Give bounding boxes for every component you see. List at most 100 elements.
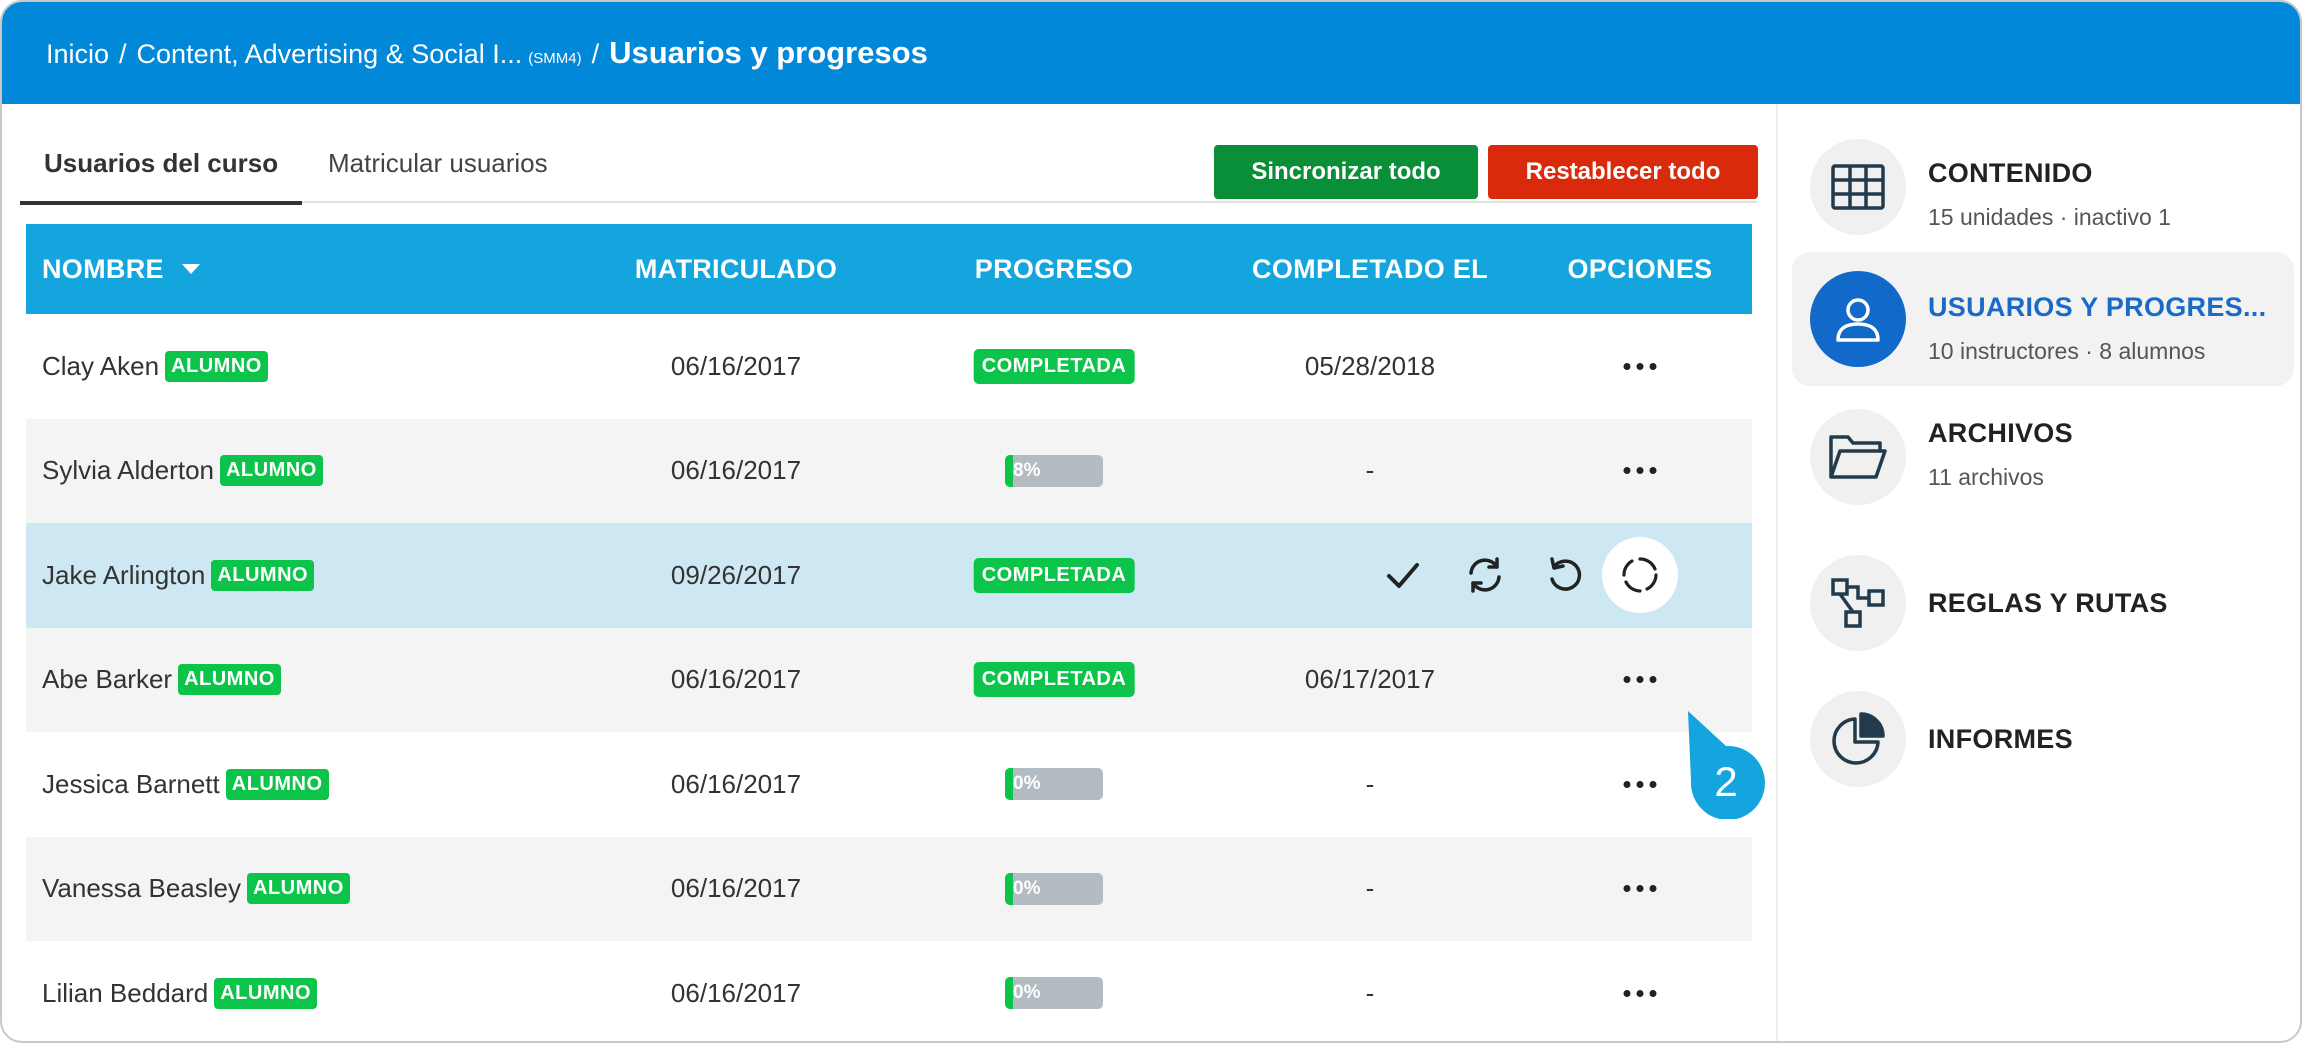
tab-bar: Usuarios del curso Matricular usuarios S… <box>20 124 1758 205</box>
enrolled-date: 06/16/2017 <box>670 768 802 799</box>
sidebar-item-title: CONTENIDO <box>1928 158 2093 188</box>
tab-label: Matricular usuarios <box>328 148 548 178</box>
table-body: Clay Aken ALUMNO 06/16/2017 COMPLETADA 0… <box>26 314 1752 1041</box>
enrolled-date: 06/16/2017 <box>670 664 802 695</box>
user-name-cell: Abe Barker ALUMNO <box>42 628 281 733</box>
column-enrolled-header: MATRICULADO <box>634 253 838 284</box>
tab-label: Usuarios del curso <box>44 148 279 178</box>
top-bar: Inicio / Content, Advertising & Social I… <box>2 2 2300 104</box>
table-row: Clay Aken ALUMNO 06/16/2017 COMPLETADA 0… <box>26 314 1752 419</box>
role-badge: ALUMNO <box>165 350 268 382</box>
progress-percent: 0% <box>1013 773 1041 795</box>
progress-bar: 0% <box>1005 768 1103 801</box>
user-name[interactable]: Lilian Beddard <box>42 978 208 1009</box>
role-badge: ALUMNO <box>178 664 281 696</box>
enrolled-date: 06/16/2017 <box>670 455 802 486</box>
more-options-icon[interactable] <box>1623 989 1657 997</box>
table-row: Vanessa Beasley ALUMNO 06/16/2017 0% - <box>26 836 1752 942</box>
sidebar-item-subtitle: 10 instructores · 8 alumnos <box>1928 338 2206 364</box>
table-row: Lilian Beddard ALUMNO 06/16/2017 0% - <box>26 941 1752 1041</box>
role-badge: ALUMNO <box>211 559 315 591</box>
undo-icon[interactable] <box>1538 547 1594 603</box>
breadcrumb: Inicio / Content, Advertising & Social I… <box>46 35 928 71</box>
sync-all-button[interactable]: Sincronizar todo <box>1214 145 1478 199</box>
completed-date: 06/17/2017 <box>1304 664 1436 695</box>
breadcrumb-course-code: (SMM4) <box>528 50 582 67</box>
more-options-icon[interactable] <box>1623 885 1657 893</box>
sidebar-item-title: ARCHIVOS <box>1928 418 2073 448</box>
options-cell <box>1623 314 1657 419</box>
pie-chart-icon <box>1810 691 1906 787</box>
more-options-icon[interactable] <box>1623 362 1657 370</box>
rules-icon <box>1810 555 1906 651</box>
user-name[interactable]: Abe Barker <box>42 664 172 695</box>
sidebar-item-users-progress[interactable]: USUARIOS Y PROGRES... 10 instructores · … <box>1792 252 2294 386</box>
more-options-icon[interactable] <box>1623 676 1657 684</box>
user-name[interactable]: Jake Arlington <box>42 560 205 591</box>
user-name[interactable]: Clay Aken <box>42 351 159 382</box>
sidebar-item-content[interactable]: CONTENIDO 15 unidades · inactivo 1 <box>1792 120 2294 254</box>
tab-course-users[interactable]: Usuarios del curso <box>20 124 303 205</box>
page-title: Usuarios y progresos <box>609 35 928 70</box>
sidebar-item-reports[interactable]: INFORMES <box>1792 672 2294 806</box>
completed-date: 05/28/2018 <box>1304 350 1436 381</box>
completed-date: - <box>1365 455 1375 486</box>
user-icon <box>1810 271 1906 367</box>
completed-badge: COMPLETADA <box>973 557 1135 593</box>
progress-cell: COMPLETADA <box>973 523 1135 628</box>
column-options-header: OPCIONES <box>1567 253 1713 284</box>
progress-bar-fill <box>1005 977 1013 1010</box>
sidebar-item-title: USUARIOS Y PROGRES... <box>1928 292 2267 322</box>
table-row: Jessica Barnett ALUMNO 06/16/2017 0% - <box>26 732 1752 837</box>
progress-bar-fill <box>1005 768 1013 801</box>
sidebar-item-files[interactable]: ARCHIVOS 11 archivos <box>1792 390 2294 524</box>
grid-icon <box>1810 139 1906 235</box>
sidebar-item-subtitle: 11 archivos <box>1928 464 2044 490</box>
options-cell <box>1623 628 1657 733</box>
progress-cell: 0% <box>1005 732 1103 837</box>
user-name-cell: Clay Aken ALUMNO <box>42 314 268 419</box>
sidebar-item-subtitle: 15 unidades · inactivo 1 <box>1928 204 2171 230</box>
breadcrumb-separator: / <box>119 39 127 69</box>
options-cell <box>1623 941 1657 1041</box>
folder-icon <box>1810 409 1906 505</box>
sidebar-item-title: INFORMES <box>1928 724 2073 754</box>
progress-cell: 8% <box>1005 419 1103 524</box>
completed-badge: COMPLETADA <box>973 348 1135 384</box>
user-name[interactable]: Vanessa Beasley <box>42 873 241 904</box>
progress-bar: 8% <box>1005 454 1103 487</box>
user-name-cell: Jake Arlington ALUMNO <box>42 523 315 628</box>
breadcrumb-home[interactable]: Inicio <box>46 39 109 70</box>
more-options-icon[interactable] <box>1623 467 1657 475</box>
user-name[interactable]: Jessica Barnett <box>42 769 220 800</box>
user-name[interactable]: Sylvia Alderton <box>42 455 214 486</box>
options-cell <box>1623 837 1657 942</box>
sidebar-item-rules-paths[interactable]: REGLAS Y RUTAS <box>1792 536 2294 670</box>
reset-progress-icon[interactable] <box>1602 537 1678 614</box>
main-content: Usuarios del curso Matricular usuarios S… <box>20 104 1776 1041</box>
callout-number: 2 <box>1714 758 1737 805</box>
column-name-header[interactable]: NOMBRE <box>42 224 200 314</box>
more-options-icon[interactable] <box>1623 780 1657 788</box>
user-name-cell: Lilian Beddard ALUMNO <box>42 941 317 1041</box>
options-cell <box>1623 419 1657 524</box>
role-badge: ALUMNO <box>246 873 350 905</box>
sync-icon[interactable] <box>1457 547 1513 603</box>
completed-date: - <box>1365 873 1375 904</box>
check-icon[interactable] <box>1375 547 1431 603</box>
user-name-cell: Sylvia Alderton ALUMNO <box>42 419 323 524</box>
enrolled-date: 09/26/2017 <box>670 559 802 590</box>
breadcrumb-course[interactable]: Content, Advertising & Social I... <box>137 39 523 70</box>
tab-enroll-users[interactable]: Matricular usuarios <box>328 124 548 203</box>
role-badge: ALUMNO <box>219 455 323 487</box>
column-progress-header: PROGRESO <box>974 253 1134 284</box>
progress-cell: COMPLETADA <box>973 628 1135 733</box>
reset-all-button[interactable]: Restablecer todo <box>1488 145 1758 199</box>
progress-cell: 0% <box>1005 941 1103 1041</box>
completed-date: - <box>1365 768 1375 799</box>
sidebar-item-title: REGLAS Y RUTAS <box>1928 588 2168 618</box>
progress-bar: 0% <box>1005 872 1103 905</box>
options-cell <box>1623 732 1657 837</box>
user-name-cell: Jessica Barnett ALUMNO <box>42 732 329 837</box>
progress-percent: 8% <box>1013 459 1041 481</box>
